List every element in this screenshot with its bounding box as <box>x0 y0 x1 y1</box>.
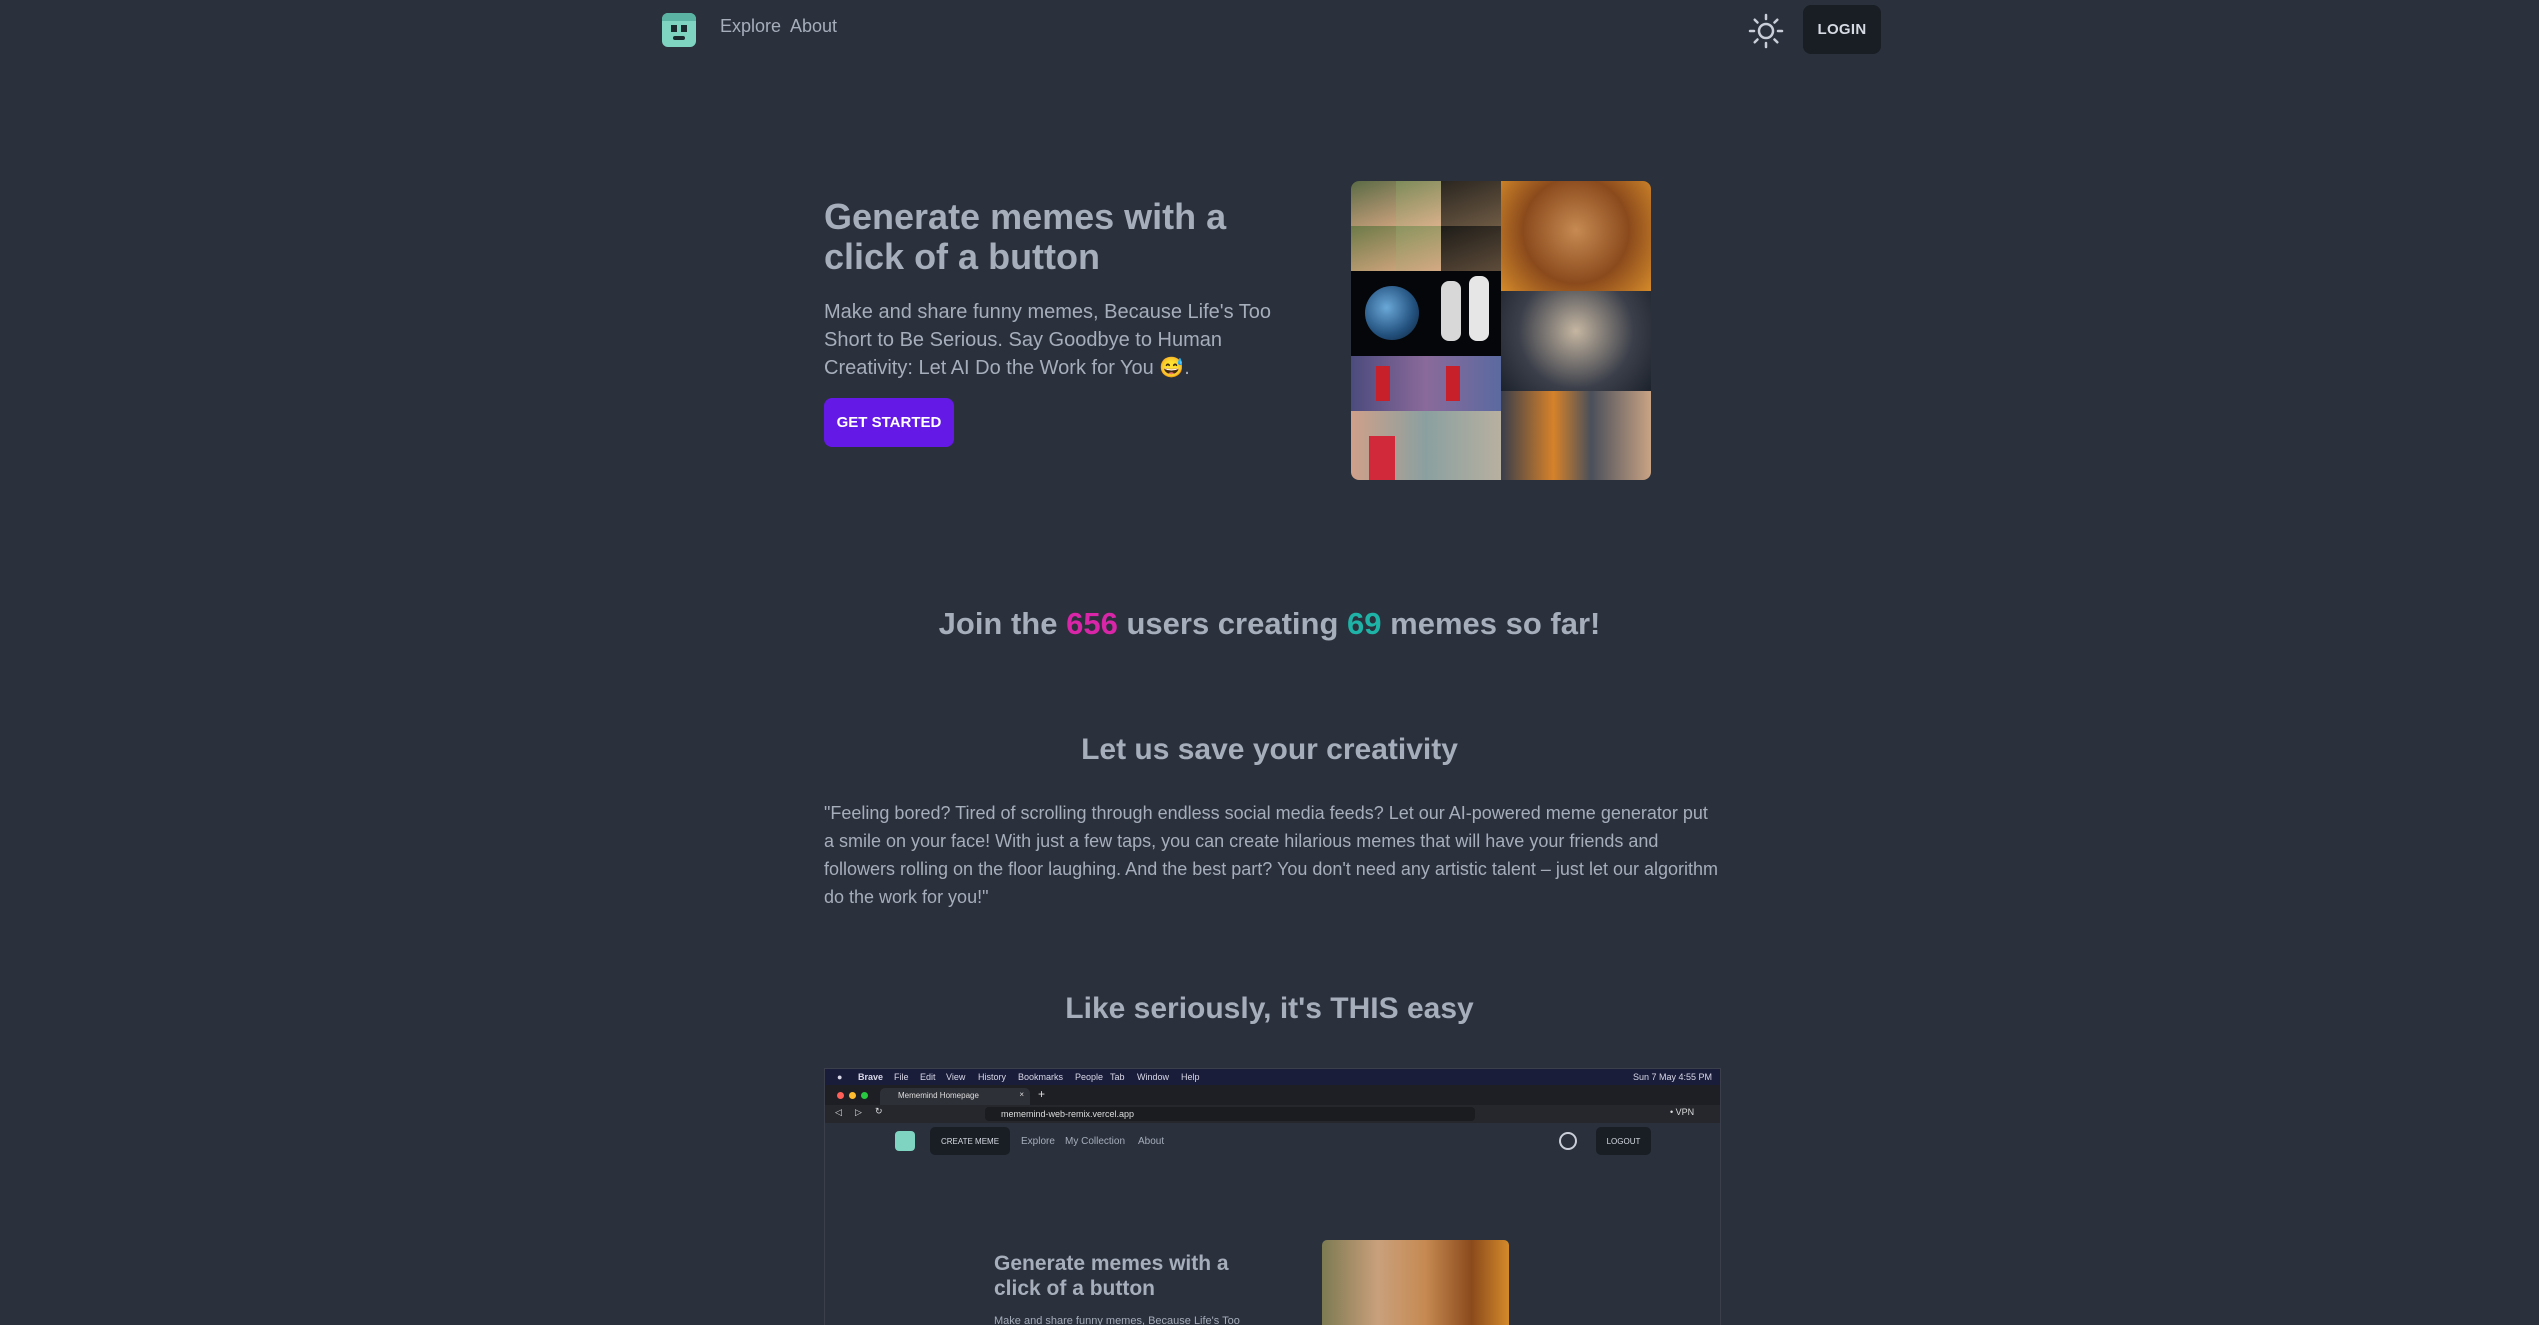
menubar-item: Edit <box>920 1072 936 1082</box>
maximize-dot-icon <box>861 1092 868 1099</box>
demo-screenshot: ● Brave File Edit View History Bookmarks… <box>824 1068 1721 1325</box>
inner-logout-button: LOGOUT <box>1596 1127 1651 1155</box>
theme-toggle-sun-icon[interactable] <box>1748 13 1784 49</box>
browser-tab: Mememind Homepage × <box>880 1088 1030 1105</box>
menubar-clock: Sun 7 May 4:55 PM <box>1633 1072 1713 1082</box>
mac-menubar: ● Brave File Edit View History Bookmarks… <box>825 1069 1720 1085</box>
stats-middle: users creating <box>1126 606 1339 641</box>
logo-icon[interactable] <box>662 13 696 47</box>
vpn-badge: • VPN <box>1670 1107 1695 1117</box>
menubar-item: People <box>1075 1072 1104 1082</box>
tab-close-icon: × <box>1019 1090 1024 1099</box>
inner-create-meme-button: CREATE MEME <box>930 1127 1010 1155</box>
memes-count: 69 <box>1347 606 1382 641</box>
creativity-heading: Let us save your creativity <box>1081 733 1458 766</box>
minimize-dot-icon <box>849 1092 856 1099</box>
url-field: mememind-web-remix.vercel.app <box>985 1107 1475 1121</box>
url-text: mememind-web-remix.vercel.app <box>1001 1109 1135 1119</box>
menubar-item: Window <box>1137 1072 1170 1082</box>
menubar-item: Tab <box>1110 1072 1125 1082</box>
menubar-item: Brave <box>858 1072 884 1082</box>
hero-title: Generate memes with a click of a button <box>824 196 1227 277</box>
creativity-paragraph: "Feeling bored? Tired of scrolling throu… <box>824 803 1718 907</box>
login-button[interactable]: LOGIN <box>1803 5 1881 54</box>
stats-prefix: Join the <box>938 606 1058 641</box>
inner-meme-collage <box>1322 1240 1509 1325</box>
menubar-item: History <box>978 1072 1007 1082</box>
nav-about-link[interactable]: About <box>790 16 837 37</box>
meme-collage-image <box>1351 181 1651 480</box>
browser-urlbar: ◁ ▷ ↻ mememind-web-remix.vercel.app • VP… <box>825 1105 1720 1123</box>
inner-hero-title: Generate memes with a click of a button <box>994 1252 1229 1300</box>
nav-explore-link[interactable]: Explore <box>720 16 781 37</box>
back-icon: ◁ <box>835 1107 842 1117</box>
stats-line: Join the 656 users creating 69 memes so … <box>0 606 2539 642</box>
menubar-item: View <box>946 1072 966 1082</box>
stats-suffix: memes so far! <box>1390 606 1601 641</box>
inner-page: CREATE MEME Explore My Collection About … <box>825 1123 1720 1325</box>
users-count: 656 <box>1066 606 1118 641</box>
tab-title: Mememind Homepage <box>898 1091 979 1100</box>
browser-tabbar: Mememind Homepage × + <box>825 1085 1720 1105</box>
inner-explore-link: Explore <box>1021 1136 1055 1147</box>
get-started-button[interactable]: GET STARTED <box>824 398 954 447</box>
inner-about-link: About <box>1138 1136 1165 1147</box>
reload-icon: ↻ <box>875 1106 883 1116</box>
forward-icon: ▷ <box>855 1107 862 1117</box>
hero-subtitle: Make and share funny memes, Because Life… <box>824 301 1272 379</box>
inner-logo-icon <box>895 1131 915 1151</box>
menubar-item: File <box>894 1072 909 1082</box>
inner-collection-link: My Collection <box>1065 1136 1126 1147</box>
inner-sun-icon <box>1559 1132 1577 1150</box>
easy-heading: Like seriously, it's THIS easy <box>1065 992 1474 1025</box>
menubar-item: Help <box>1181 1072 1200 1082</box>
apple-icon: ● <box>837 1072 843 1082</box>
close-dot-icon <box>837 1092 844 1099</box>
new-tab-icon: + <box>1038 1087 1046 1101</box>
menubar-item: Bookmarks <box>1018 1072 1064 1082</box>
